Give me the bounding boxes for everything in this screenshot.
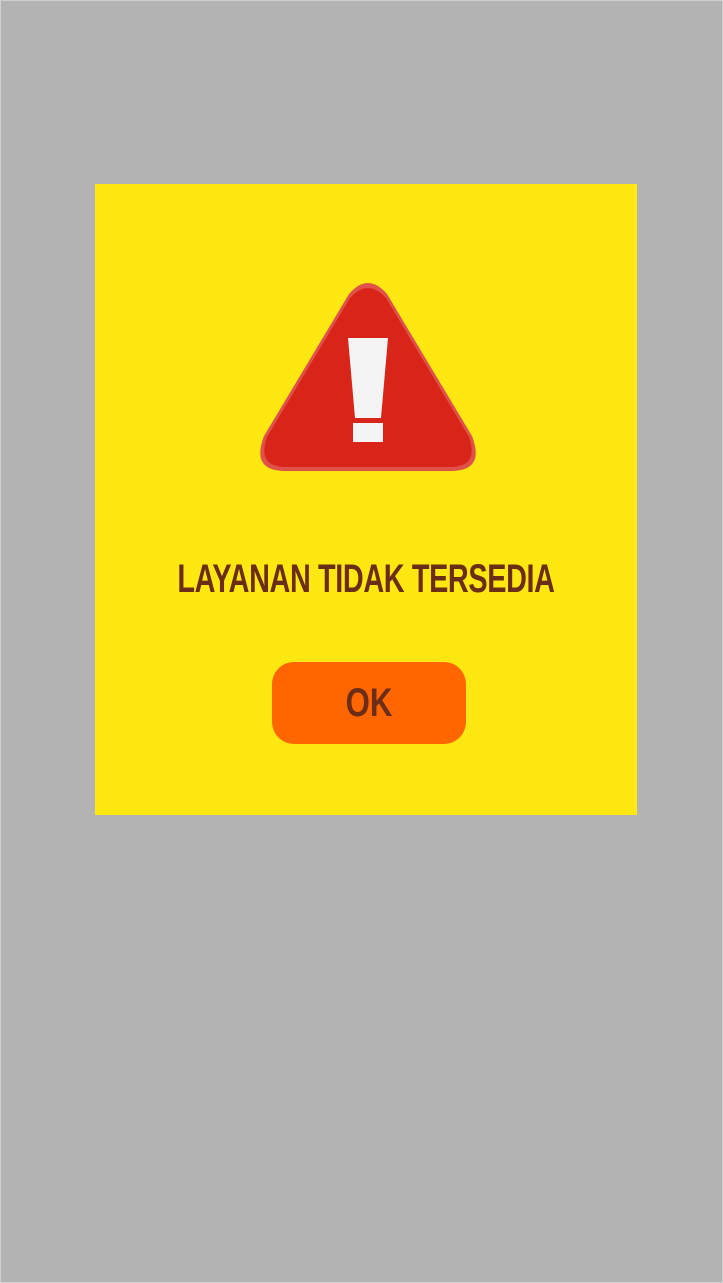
- error-dialog: LAYANAN TIDAK TERSEDIA OK: [95, 184, 637, 815]
- ok-button[interactable]: OK: [272, 662, 466, 744]
- ok-button-label: OK: [345, 680, 393, 725]
- dialog-message: LAYANAN TIDAK TERSEDIA: [177, 557, 555, 601]
- warning-triangle-icon: [260, 283, 476, 471]
